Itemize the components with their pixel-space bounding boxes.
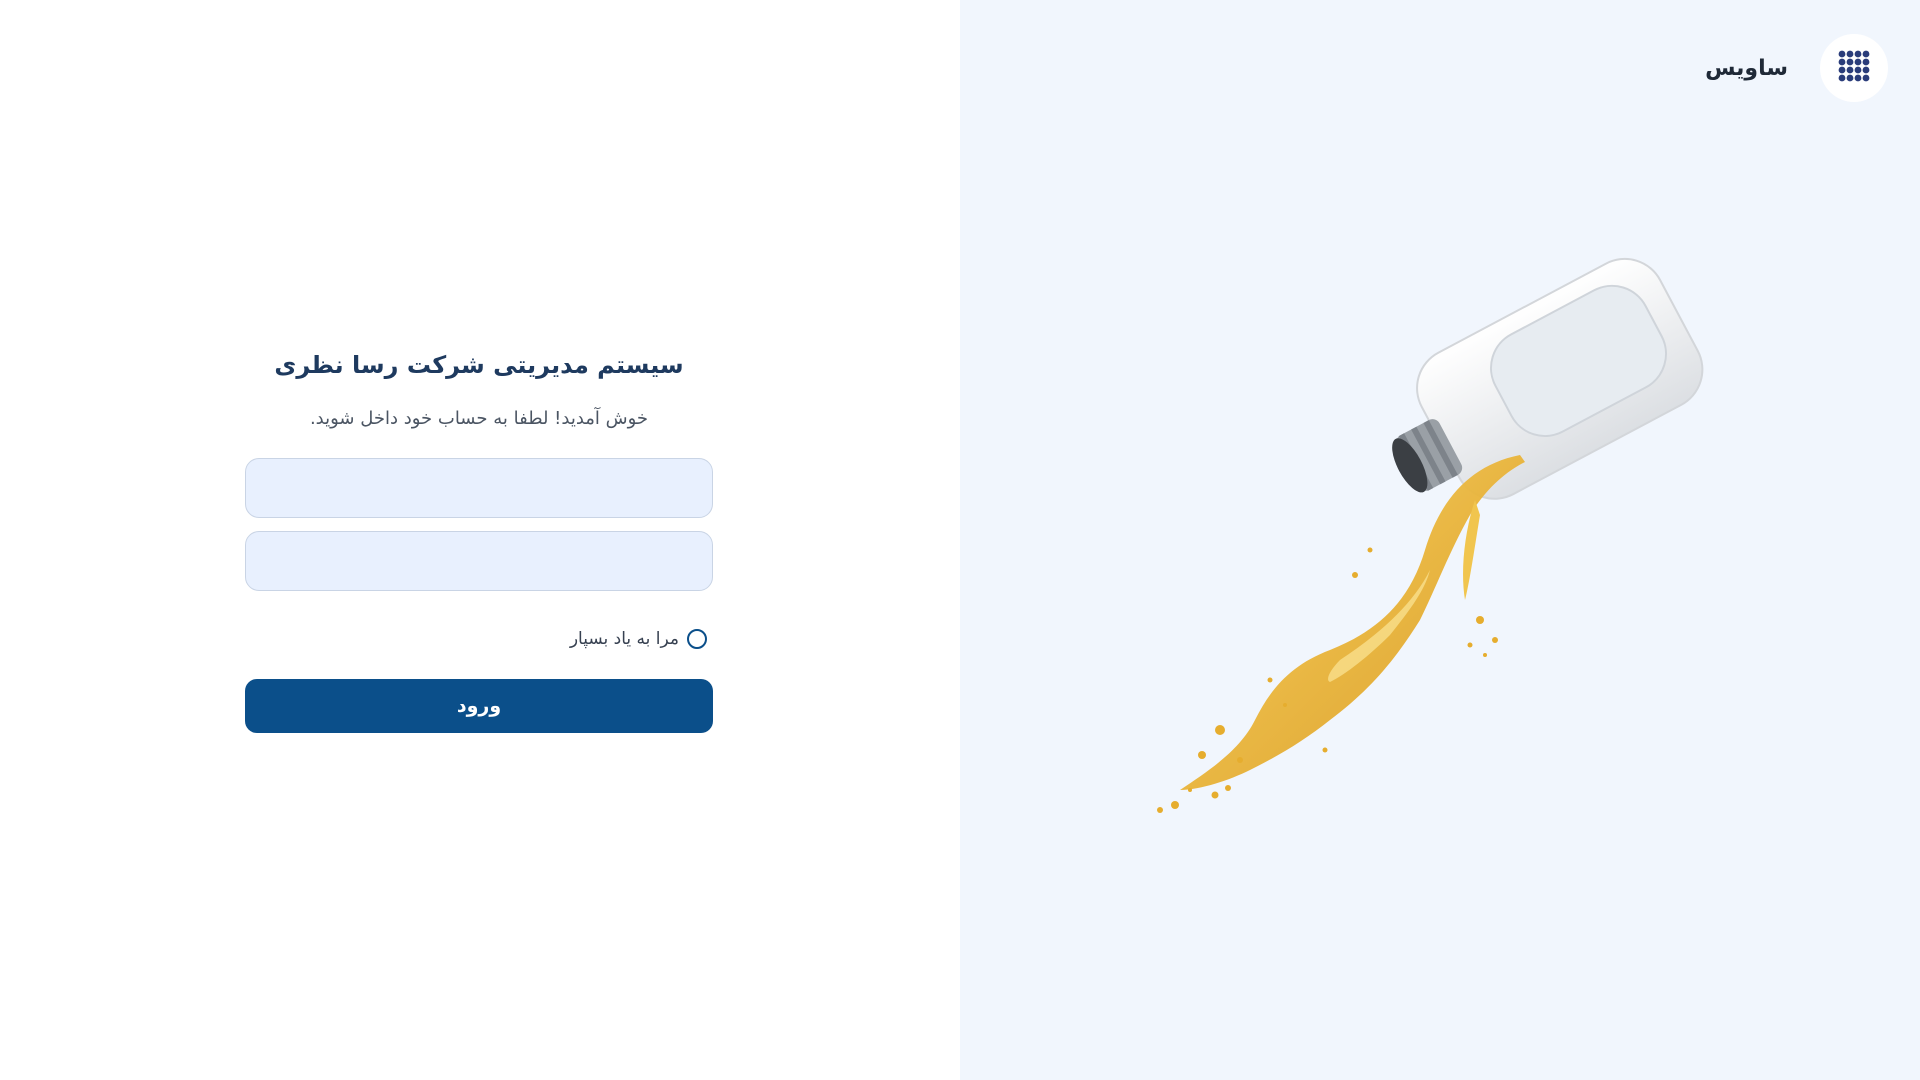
- brand-logo: [1820, 34, 1888, 102]
- remember-me-label: مرا به یاد بسپار: [569, 629, 679, 649]
- login-button[interactable]: ورود: [245, 679, 713, 733]
- remember-me-radio[interactable]: [687, 629, 707, 649]
- password-field[interactable]: [245, 531, 713, 591]
- brand-name: ساویس: [1705, 55, 1788, 81]
- welcome-subtitle: خوش آمدید! لطفا به حساب خود داخل شوید.: [309, 408, 649, 429]
- brand-header: ساویس: [1705, 34, 1888, 102]
- remember-me-row[interactable]: مرا به یاد بسپار: [245, 626, 713, 652]
- login-panel: سیستم مدیریتی شرکت رسا نظری خوش آمدید! ل…: [0, 0, 960, 1080]
- grid-dots-icon: [1837, 49, 1871, 87]
- username-field[interactable]: [245, 458, 713, 518]
- page-title: سیستم مدیریتی شرکت رسا نظری: [274, 351, 684, 379]
- brand-panel: ساویس: [960, 0, 1920, 1080]
- oil-bottle-pouring-icon: [1130, 250, 1730, 830]
- login-card: سیستم مدیریتی شرکت رسا نظری خوش آمدید! ل…: [245, 348, 713, 733]
